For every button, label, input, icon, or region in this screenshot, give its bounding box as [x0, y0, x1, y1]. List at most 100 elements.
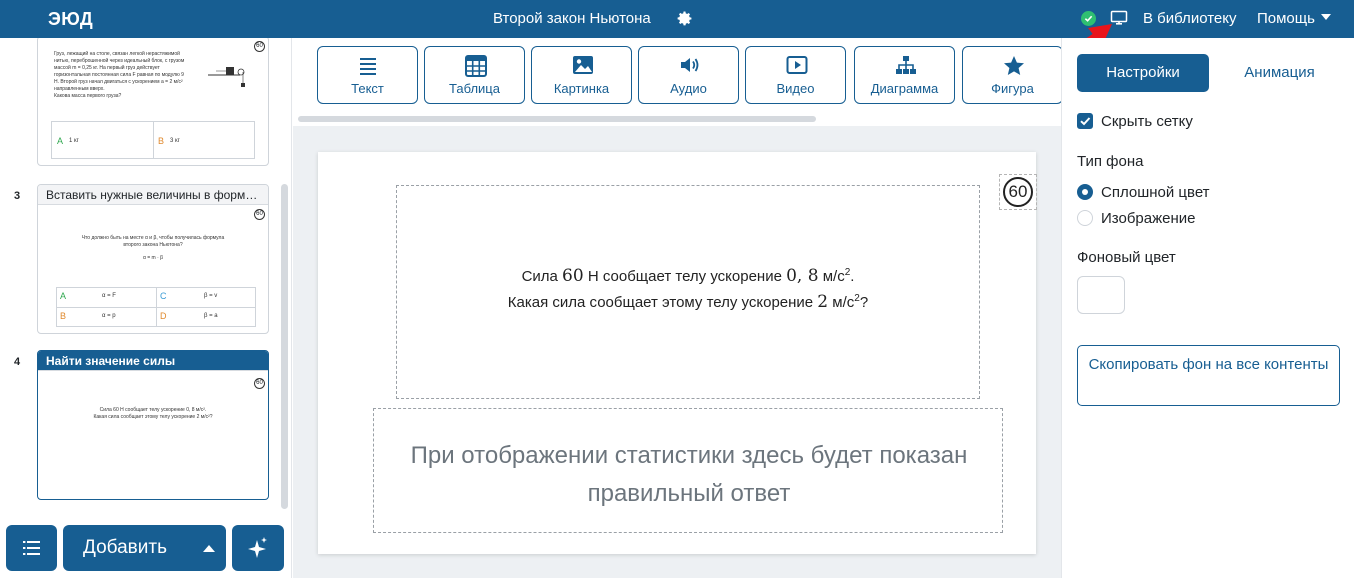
list-icon	[23, 541, 40, 555]
question-line-1: Сила 60 Н сообщает телу ускорение 0, 8 м…	[397, 266, 979, 286]
slide-title: Вставить нужные величины в формулу	[38, 185, 268, 205]
document-title[interactable]: Второй закон Ньютона	[493, 10, 651, 27]
timer-badge: 60	[254, 41, 265, 52]
text-part: .	[850, 268, 855, 285]
unit: м/с	[818, 268, 845, 285]
answer-letter: A	[60, 291, 67, 301]
number: 60	[562, 266, 584, 286]
answer-letter: B	[158, 136, 165, 146]
insert-diagram-button[interactable]: Диаграмма	[854, 46, 955, 104]
text-line: массой m = 0,25 кг. На первый груз дейст…	[54, 65, 160, 71]
tool-label: Таблица	[449, 81, 500, 96]
timer-badge[interactable]: 60	[1003, 177, 1033, 207]
ai-generate-button[interactable]	[232, 525, 284, 571]
insert-image-button[interactable]: Картинка	[531, 46, 632, 104]
timer-badge: 60	[254, 378, 265, 389]
slide-thumbnail-4[interactable]: Найти значение силы 60 Сила 60 Н сообщае…	[37, 350, 269, 500]
hide-grid-checkbox[interactable]	[1077, 113, 1093, 129]
top-bar: ЭЮД Второй закон Ньютона В библиотеку По…	[0, 0, 1354, 38]
bg-image-label[interactable]: Изображение	[1101, 210, 1196, 227]
tool-label: Видео	[776, 81, 815, 96]
hide-grid-label[interactable]: Скрыть сетку	[1101, 113, 1193, 130]
table-icon	[465, 55, 487, 77]
bg-solid-label[interactable]: Сплошной цвет	[1101, 184, 1210, 201]
to-library-link[interactable]: В библиотеку	[1143, 10, 1236, 27]
editor-canvas: 60 Сила 60 Н сообщает телу ускорение 0, …	[293, 126, 1061, 578]
tool-label: Картинка	[553, 81, 610, 96]
help-menu[interactable]: Помощь	[1257, 10, 1331, 27]
play-icon	[786, 56, 808, 74]
answer-letter: D	[160, 311, 167, 321]
tool-label: Текст	[351, 81, 384, 96]
tool-label: Диаграмма	[870, 81, 939, 96]
chevron-up-icon[interactable]	[203, 545, 215, 552]
insert-text-button[interactable]: Текст	[317, 46, 418, 104]
answer-placeholder: При отображении статистики здесь будет п…	[410, 442, 968, 507]
answer-text: 3 кг	[170, 138, 180, 144]
text-part: Сила	[521, 268, 563, 285]
answers-grid: A 1 кг B 3 кг	[51, 121, 255, 159]
sparkle-icon	[248, 537, 267, 558]
text-part: Н сообщает телу ускорение	[583, 268, 787, 285]
tool-label: Аудио	[670, 81, 707, 96]
text-line: нитью, переброшенной через идеальный бло…	[54, 58, 185, 64]
star-icon	[1004, 56, 1024, 75]
add-slide-button[interactable]: Добавить	[63, 525, 226, 571]
gear-icon[interactable]	[676, 10, 693, 27]
question-text-block[interactable]: Сила 60 Н сообщает телу ускорение 0, 8 м…	[396, 185, 980, 399]
unit: м/с	[828, 294, 855, 311]
slide-title: Найти значение силы	[38, 351, 268, 371]
slide-thumbnail-3[interactable]: Вставить нужные величины в формулу 60 Чт…	[37, 184, 269, 334]
answer-text: β = a	[204, 313, 218, 319]
slide-question-text: Груз, лежащий на столе, связан легкой не…	[54, 51, 214, 100]
slides-scrollbar[interactable]	[281, 184, 288, 509]
text-part: ?	[859, 294, 869, 311]
divider	[57, 307, 255, 308]
text-line: Какая сила сообщает этому телу ускорение…	[93, 414, 213, 420]
text-line: горизонтальная постоянная сила F равная …	[54, 72, 184, 78]
slide-list-button[interactable]	[6, 525, 57, 571]
add-slide-label: Добавить	[83, 537, 167, 558]
slide-number: 3	[14, 190, 21, 202]
help-label: Помощь	[1257, 10, 1315, 27]
slide-page[interactable]: 60 Сила 60 Н сообщает телу ускорение 0, …	[318, 152, 1037, 554]
slide-list[interactable]: 60 Груз, лежащий на столе, связан легкой…	[0, 38, 292, 508]
copy-background-button[interactable]: Скопировать фон на все контенты	[1077, 345, 1340, 406]
pulley-diagram	[208, 67, 245, 87]
answer-letter: C	[160, 291, 167, 301]
text-line: второго закона Ньютона?	[123, 242, 183, 248]
tab-animation[interactable]: Анимация	[1222, 54, 1337, 92]
answer-block[interactable]: При отображении статистики здесь будет п…	[373, 408, 1003, 533]
tab-settings[interactable]: Настройки	[1077, 54, 1209, 92]
app-logo[interactable]: ЭЮД	[48, 9, 93, 30]
slides-panel: 60 Груз, лежащий на столе, связан легкой…	[0, 38, 292, 578]
answer-text: 1 кг	[69, 138, 79, 144]
tool-label: Фигура	[991, 81, 1034, 96]
chevron-down-icon	[1320, 14, 1331, 20]
answers-grid: A α = F C β = v B α = p D β = a	[56, 287, 256, 327]
text-lines-icon	[360, 58, 376, 75]
insert-video-button[interactable]: Видео	[745, 46, 846, 104]
slide-question-text: Что должно быть на месте α и β, чтобы по…	[38, 235, 268, 262]
question-line-2: Какая сила сообщает этому телу ускорение…	[397, 292, 979, 312]
speaker-icon	[681, 58, 699, 72]
slide-question-text: Сила 60 Н сообщает телу ускорение 0, 8 м…	[38, 407, 268, 421]
answer-text: β = v	[204, 293, 218, 299]
insert-audio-button[interactable]: Аудио	[638, 46, 739, 104]
insert-toolbar: Текст Таблица Картинка Аудио Видео Диагр…	[293, 38, 1063, 126]
text-part: Какая сила сообщает этому телу ускорение	[507, 294, 818, 311]
insert-table-button[interactable]: Таблица	[424, 46, 525, 104]
toolbar-scrollbar[interactable]	[298, 116, 816, 122]
slide-thumbnail-2[interactable]: 60 Груз, лежащий на столе, связан легкой…	[37, 38, 269, 166]
number: 2	[817, 292, 829, 312]
insert-shape-button[interactable]: Фигура	[962, 46, 1063, 104]
slide-number: 4	[14, 356, 21, 368]
divider	[153, 122, 154, 158]
bg-color-swatch[interactable]	[1077, 276, 1125, 314]
bg-image-radio[interactable]	[1077, 210, 1093, 226]
background-type-label: Тип фона	[1077, 153, 1144, 170]
check-icon	[1080, 117, 1091, 126]
image-icon	[573, 56, 593, 74]
bg-solid-radio[interactable]	[1077, 184, 1093, 200]
text-line: Какова масса первого груза?	[54, 93, 122, 99]
